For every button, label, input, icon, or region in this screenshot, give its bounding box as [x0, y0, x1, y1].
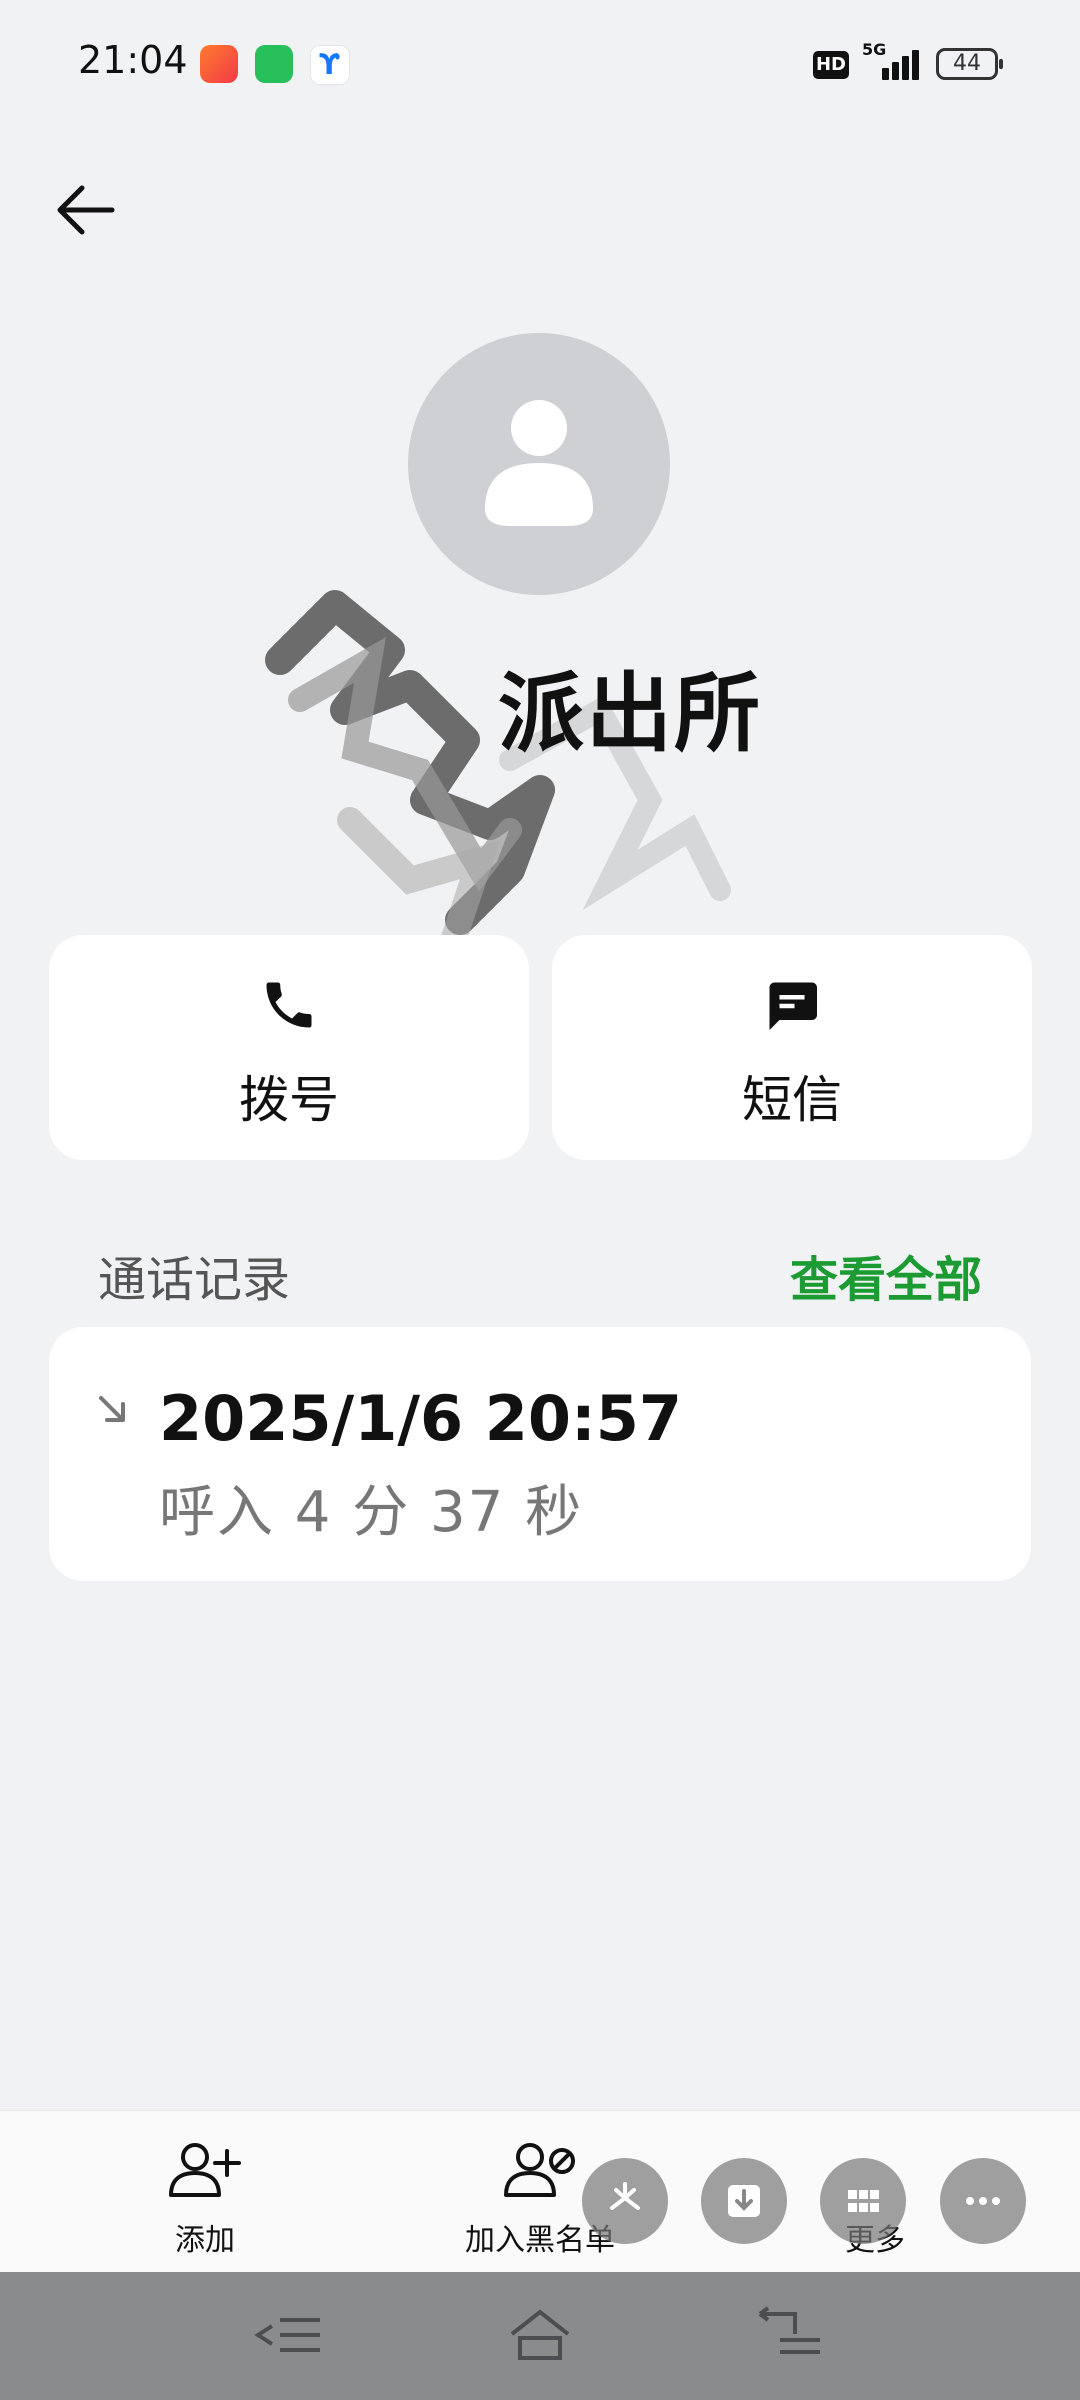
battery-icon: 44: [936, 48, 1003, 80]
block-person-icon: [504, 2143, 575, 2197]
return-icon: [758, 2306, 820, 2354]
contact-name: 派出所: [498, 664, 762, 764]
call-datetime: 2025/1/6 20:57: [159, 1382, 683, 1455]
menu-icon: [254, 2318, 320, 2352]
add-person-icon: [169, 2143, 241, 2197]
more-icon: [966, 2197, 1000, 2205]
carrier-notification-icon: ϒ: [310, 45, 350, 85]
incoming-call-icon: [99, 1396, 125, 1422]
download-icon: [728, 2185, 760, 2217]
nav-home-button[interactable]: [500, 2300, 580, 2370]
person-icon: [485, 400, 593, 526]
bottom-toolbar: 添加 加入黑名单 更多: [0, 2110, 1080, 2273]
add-contact-button[interactable]: 添加: [100, 2111, 310, 2273]
grid-icon: [848, 2190, 879, 2212]
floating-grid-button[interactable]: [820, 2158, 906, 2244]
view-all-link[interactable]: 查看全部: [790, 1240, 982, 1310]
message-icon: [769, 982, 817, 1030]
call-log-title: 通话记录: [98, 1252, 291, 1308]
sms-label: 短信: [742, 1071, 842, 1129]
arrow-left-icon: [57, 185, 115, 235]
dial-button[interactable]: 拨号: [49, 935, 529, 1160]
call-log-entry[interactable]: 2025/1/6 20:57 呼入 4 分 37 秒: [49, 1327, 1031, 1581]
hd-icon: HD: [813, 51, 849, 79]
floating-tool-button[interactable]: [582, 2158, 668, 2244]
back-button[interactable]: [52, 180, 122, 240]
floating-save-button[interactable]: [701, 2158, 787, 2244]
home-icon: [510, 2309, 570, 2360]
sms-button[interactable]: 短信: [552, 935, 1032, 1160]
system-nav-bar: [0, 2272, 1080, 2400]
status-bar: 21:04 ϒ HD 5G 44: [0, 0, 1080, 130]
floating-more-button[interactable]: [940, 2158, 1026, 2244]
nav-back-button[interactable]: [750, 2300, 830, 2370]
add-label: 添加: [175, 2223, 235, 2258]
sparkle-icon: [610, 2182, 640, 2210]
signal-icon: [872, 48, 922, 80]
phone-icon: [266, 982, 312, 1028]
dial-label: 拨号: [239, 1071, 339, 1129]
app-notification-icon: [200, 45, 238, 83]
contact-avatar: [408, 333, 670, 595]
messages-notification-icon: [255, 45, 293, 83]
status-time: 21:04: [78, 38, 188, 82]
nav-menu-button[interactable]: [250, 2300, 330, 2370]
call-detail: 呼入 4 分 37 秒: [159, 1480, 584, 1545]
